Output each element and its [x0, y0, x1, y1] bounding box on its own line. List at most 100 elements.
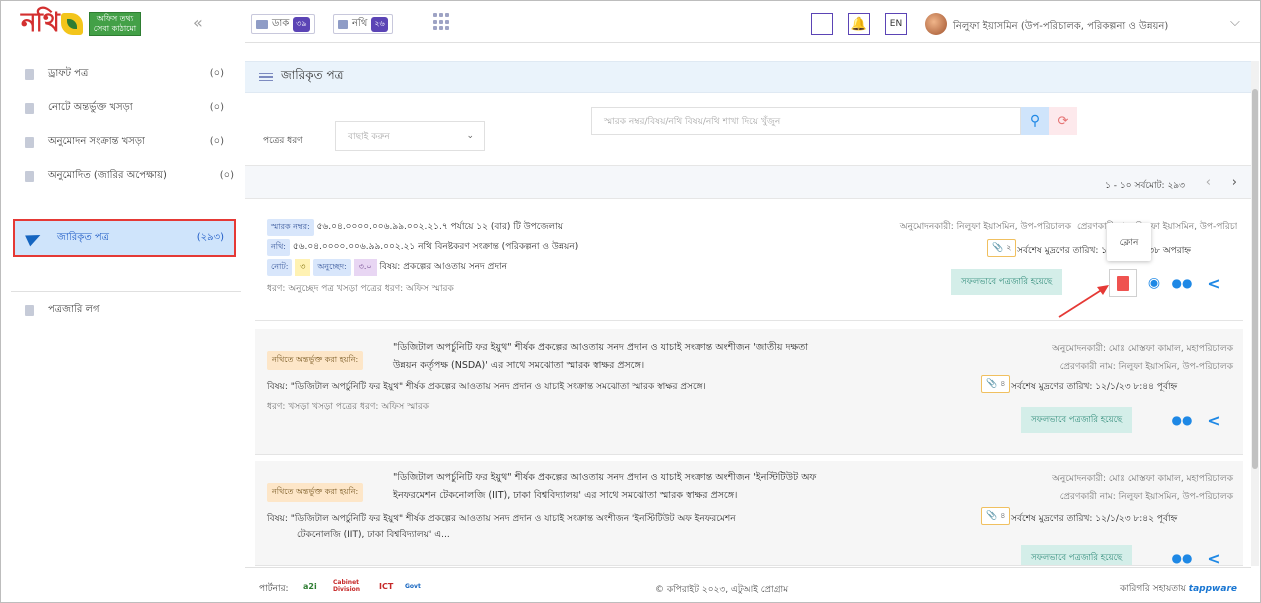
sidebar-item-draft[interactable]: ড্রাফট পত্র (০) — [11, 59, 234, 89]
search-input[interactable]: স্মারক নম্বর/বিষয়/নথি বিষয়/নথি শাখা দি… — [591, 107, 1021, 135]
memo-number-row: স্মারক নম্বর: ৫৬.০৪.০০০০.০০৬.৯৯.০০২.২১.৭… — [267, 219, 563, 236]
partner-logo-govt[interactable]: Govt — [405, 576, 421, 596]
hamburger-icon[interactable] — [259, 71, 273, 84]
apps-grid-icon[interactable] — [433, 13, 451, 31]
sidebar-item-issued-letters[interactable]: জারিকৃত পত্র (২৯৩) — [13, 219, 236, 257]
subject: বিষয়: প্রকল্পের আওতায় সনদ প্রদান — [379, 262, 508, 272]
users-icon[interactable]: ●● — [1169, 270, 1195, 296]
attachment-badge[interactable]: 📎 ৪ — [981, 507, 1011, 525]
sidebar-item-label: পত্রজারি লগ — [48, 303, 100, 315]
letter-title-line1: "ডিজিটাল অপর্চুনিটি ফর ইয়ুথ" শীর্ষক প্র… — [393, 342, 809, 353]
share-icon[interactable]: < — [1201, 545, 1227, 566]
filter-label: পত্রের ধরণ — [263, 136, 303, 146]
letter-title-line2: ইনফরমেশন টেকনোলজি (IIT), ঢাকা বিশ্ববিদ্য… — [393, 490, 738, 501]
bell-icon[interactable]: 🔔 — [848, 13, 870, 35]
list-item[interactable]: স্মারক নম্বর: ৫৬.০৪.০০০০.০০৬.৯৯.০০২.২১.৭… — [255, 201, 1243, 321]
pagination-prev-button[interactable]: ‹ — [1206, 175, 1211, 190]
not-included-tag: নথিতে অন্তর্ভুক্ত করা হয়নি: — [267, 483, 364, 502]
copyright-text: © কপিরাইট ২০২৩, এটুআই প্রোগ্রাম — [655, 585, 789, 595]
partner-logo-ict[interactable]: ICT — [379, 576, 393, 596]
document-icon — [25, 102, 34, 114]
nothi-label: নথি — [352, 17, 368, 29]
reset-icon[interactable]: ⟳ — [1049, 107, 1077, 135]
attachment-count: ৪ — [1000, 378, 1006, 388]
tech-support-label: কারিগরি সহায়তায় — [1119, 584, 1186, 594]
annotation-arrow — [1058, 285, 1109, 318]
search-icon[interactable]: ⚲ — [1021, 107, 1049, 135]
partner-logo-a2i[interactable]: a2i — [303, 576, 317, 596]
sender: প্রেরণকারী নাম: নিলুফা ইয়াসমিন, উপ-পরিচ… — [1059, 492, 1233, 502]
avatar[interactable] — [925, 13, 947, 35]
brand-logo[interactable]: নথি অফিস তথ্য সেবা কাঠামো — [21, 3, 241, 45]
memo-number: ৫৬.০৪.০০০০.০০৬.৯৯.০০২.২১.৭ পর্যায়ে ১২ (… — [316, 222, 564, 232]
sidebar-item-approval-drafts[interactable]: অনুমোদন সংক্রান্ত খসড়া (০) — [11, 127, 234, 157]
nothi-number: ৫৬.০৪.০০০০.০০৬.৯৯.০০২.২১ নথি বিনষ্টকরণ স… — [292, 242, 579, 252]
paperclip-icon: 📎 — [986, 379, 998, 389]
sidebar-item-count: (২৯৩) — [196, 231, 224, 243]
approver: অনুমোদনকারী: মোঃ মোস্তফা কামাল, মহাপরিচা… — [1052, 474, 1233, 484]
approver: অনুমোদনকারী: নিলুফা ইয়াসমিন, উপ-পরিচালক — [899, 222, 1071, 232]
sidebar-item-label: জারিকৃত পত্র — [57, 231, 110, 243]
blank-square-button[interactable] — [811, 13, 833, 35]
list-item[interactable]: নথিতে অন্তর্ভুক্ত করা হয়নি: "ডিজিটাল অপ… — [255, 329, 1243, 455]
attachment-badge[interactable]: 📎 ৪ — [981, 375, 1011, 393]
attachment-badge[interactable]: 📎 ২ — [987, 239, 1017, 257]
type-line: ধরণ: খসড়া খসড়া পত্রের ধরণ: অফিস স্মারক — [267, 402, 430, 412]
sidebar-item-note-drafts[interactable]: নোটে অন্তর্ভুক্ত খসড়া (০) — [11, 93, 234, 123]
page-title: জারিকৃত পত্র — [281, 68, 344, 82]
scrollbar-thumb[interactable] — [1252, 89, 1258, 469]
user-name[interactable]: নিলুফা ইয়াসমিন (উপ-পরিচালক, পরিকল্পনা ও… — [953, 19, 1168, 36]
user-menu-chevron-icon[interactable]: ⌵ — [1230, 15, 1240, 30]
status-badge: সফলভাবে পত্রজারি হয়েছে — [1021, 545, 1133, 565]
letter-title-line1: "ডিজিটাল অপর্চুনিটি ফর ইয়ুথ" শীর্ষক প্র… — [393, 472, 817, 483]
note-tag: নোট: — [267, 259, 293, 276]
share-icon[interactable]: < — [1201, 407, 1227, 433]
nothi-tab-button[interactable]: নথি ২৬ — [333, 14, 393, 34]
folder-icon — [338, 19, 348, 29]
status-text: সফলভাবে পত্রজারি হয়েছে — [961, 277, 1053, 287]
list-item[interactable]: নথিতে অন্তর্ভুক্ত করা হয়নি: "ডিজিটাল অপ… — [255, 461, 1243, 566]
users-icon[interactable]: ●● — [1169, 545, 1195, 565]
sidebar-item-label: অনুমোদিত (জারির অপেক্ষায়) — [48, 169, 167, 181]
nothi-row: নথি: ৫৬.০৪.০০০০.০০৬.৯৯.০০২.২১ নথি বিনষ্ট… — [267, 239, 578, 256]
dak-tab-button[interactable]: ডাক ৩৯ — [251, 14, 315, 34]
sidebar-item-count: (০) — [219, 169, 234, 181]
status-text: সফলভাবে পত্রজারি হয়েছে — [1031, 415, 1123, 425]
sidebar-item-label: ড্রাফট পত্র — [48, 67, 89, 79]
sidebar-item-count: (০) — [209, 67, 224, 79]
dak-count-badge: ৩৯ — [293, 16, 310, 32]
page-header: জারিকৃত পত্র — [245, 61, 1251, 93]
sidebar-item-issue-log[interactable]: পত্রজারি লগ — [11, 295, 234, 325]
eye-icon[interactable]: ◉ — [1141, 270, 1167, 296]
sidebar-item-label: অনুমোদন সংক্রান্ত খসড়া — [48, 135, 145, 147]
pagination-next-button[interactable]: › — [1232, 175, 1237, 190]
language-toggle-button[interactable]: EN — [885, 13, 907, 35]
sidebar-collapse-icon[interactable]: « — [193, 13, 203, 32]
document-icon — [25, 170, 34, 182]
note-row: নোট: ৩ অনুচ্ছেদ: ৩.০ বিষয়: প্রকল্পের আও… — [267, 259, 507, 276]
top-navbar: ডাক ৩৯ নথি ২৬ 🔔 EN নিলুফা ইয়াসমিন (উপ-প… — [245, 1, 1260, 43]
letter-type-placeholder: বাছাই করুন — [348, 131, 390, 142]
paragraph-value: ৩.০ — [353, 259, 377, 276]
sender: প্রেরণকারী নাম: নিলুফা ইয়াসমিন, উপ-পরিচ… — [1077, 222, 1237, 232]
tooltip-text: ক্লোন — [1119, 237, 1139, 248]
share-icon[interactable]: < — [1201, 270, 1227, 296]
print-date: সর্বশেষ মুদ্রণের তারিখ: ১২/১/২৩ ৮:৪২ পূর… — [1011, 514, 1178, 524]
partner-logo-cabinet[interactable]: Cabinet Division — [333, 576, 373, 596]
approver: অনুমোদনকারী: মোঃ মোস্তফা কামাল, মহাপরিচা… — [1052, 344, 1233, 354]
footer: পার্টনার: a2i Cabinet Division ICT Govt … — [245, 567, 1251, 602]
users-icon[interactable]: ●● — [1169, 407, 1195, 433]
tech-support[interactable]: কারিগরি সহায়তায় tappware — [1120, 581, 1237, 596]
attachment-count: ২ — [1006, 242, 1012, 252]
status-text: সফলভাবে পত্রজারি হয়েছে — [1031, 553, 1123, 563]
type-line: ধরণ: অনুচ্ছেদ পত্র খসড়া পত্রের ধরণ: অফি… — [267, 284, 454, 294]
partner-label: পার্টনার: — [259, 584, 289, 594]
paperclip-icon: 📎 — [986, 511, 998, 521]
brand-subtitle-line2: সেবা কাঠামো — [93, 24, 137, 33]
clone-tooltip: ক্লোন — [1107, 223, 1151, 261]
document-icon — [25, 136, 34, 148]
letter-type-select[interactable]: বাছাই করুন ⌄ — [335, 121, 485, 151]
chevron-down-icon: ⌄ — [466, 131, 474, 141]
sidebar-item-approved[interactable]: অনুমোদিত (জারির অপেক্ষায়) (০) — [11, 161, 234, 191]
status-badge: সফলভাবে পত্রজারি হয়েছে — [1021, 407, 1133, 433]
